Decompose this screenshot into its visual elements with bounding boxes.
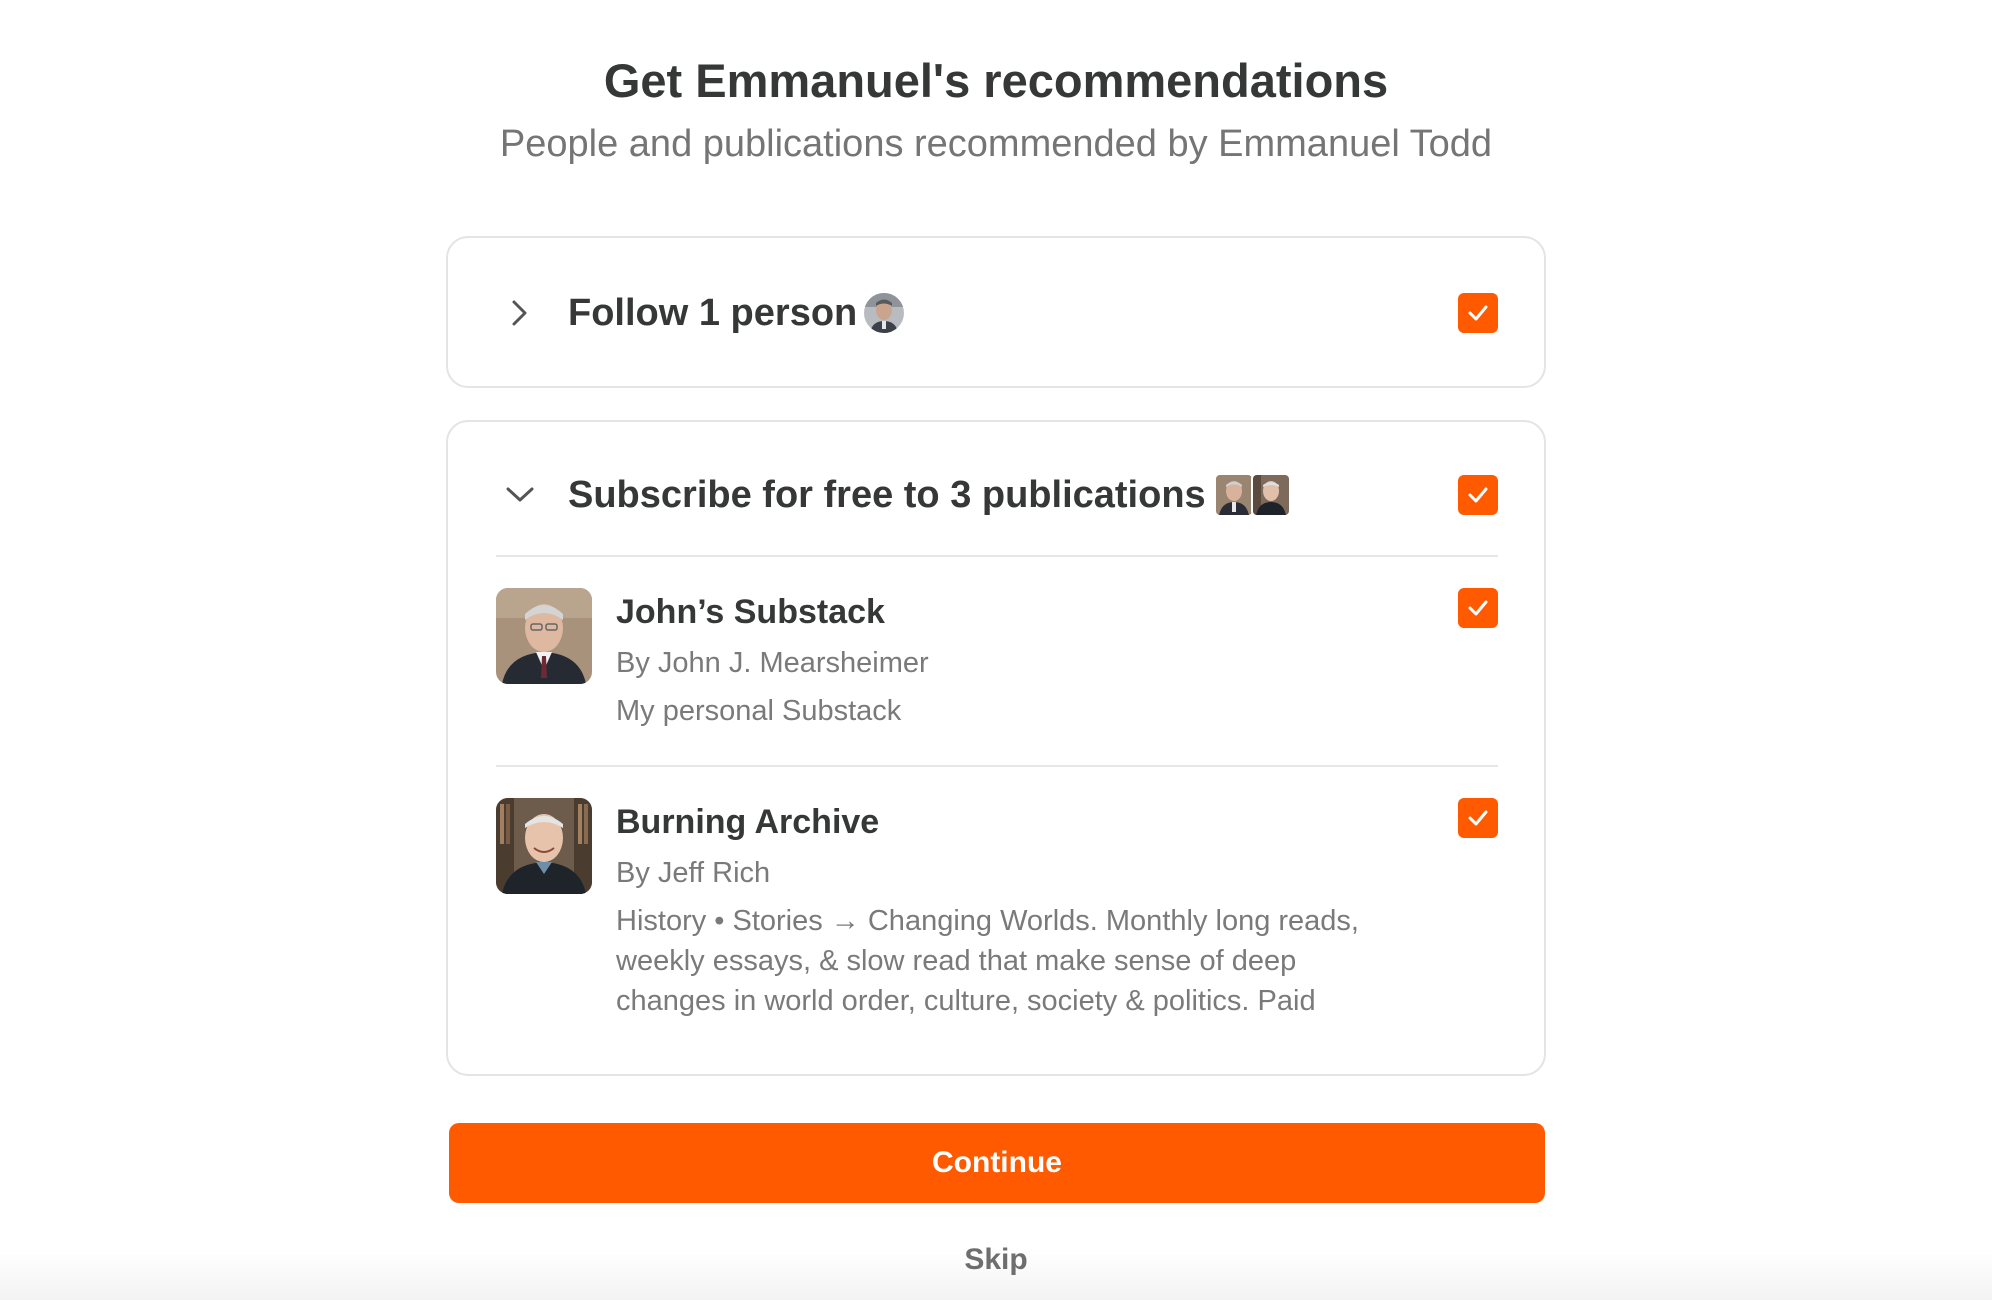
skip-link[interactable]: Skip [0, 1240, 1992, 1280]
publication-description: History • Stories → Changing Worlds. Mon… [616, 905, 1359, 1017]
subscribe-all-checkbox[interactable] [1458, 475, 1498, 515]
follow-section-label: Follow 1 person [568, 292, 858, 334]
page-title: Get Emmanuel's recommendations [603, 54, 1389, 107]
continue-button[interactable]: Continue [449, 1123, 1545, 1203]
publication-info: John’s Substack By John J. Mearsheimer M… [616, 588, 1398, 731]
publication-description: My personal Substack [616, 695, 902, 727]
publication-checkbox[interactable] [1458, 798, 1498, 838]
page: Get Emmanuel's recommendations People an… [0, 0, 1992, 1300]
follow-section-header[interactable]: Follow 1 person [448, 283, 1544, 343]
publication-avatar [1251, 473, 1291, 517]
header: Get Emmanuel's recommendations People an… [0, 50, 1992, 170]
chevron-right-icon[interactable] [504, 297, 536, 329]
publication-info: Burning Archive By Jeff Rich History • S… [616, 798, 1398, 1021]
publication-thumbnail [496, 588, 592, 684]
publication-checkbox[interactable] [1458, 588, 1498, 628]
subscribe-card: Subscribe for free to 3 publications Joh… [446, 420, 1546, 1076]
publication-author: By John J. Mearsheimer [616, 647, 929, 679]
publication-author: By Jeff Rich [616, 857, 771, 889]
follow-checkbox[interactable] [1458, 293, 1498, 333]
publication-avatar [1214, 473, 1254, 517]
follow-card: Follow 1 person [446, 236, 1546, 388]
chevron-down-icon[interactable] [504, 479, 536, 511]
publication-item[interactable]: Burning Archive By Jeff Rich History • S… [496, 798, 1498, 1028]
page-subtitle: People and publications recommended by E… [499, 123, 1493, 165]
publication-name: John’s Substack [616, 593, 885, 631]
person-avatar [864, 293, 904, 333]
subscribe-section-label: Subscribe for free to 3 publications [568, 474, 1206, 516]
publication-item[interactable]: John’s Substack By John J. Mearsheimer M… [496, 588, 1498, 738]
subscribe-section-header[interactable]: Subscribe for free to 3 publications [448, 465, 1544, 525]
divider [496, 765, 1498, 767]
publication-avatars [1214, 473, 1291, 517]
publication-thumbnail [496, 798, 592, 894]
publication-name: Burning Archive [616, 803, 880, 841]
divider [496, 555, 1498, 557]
